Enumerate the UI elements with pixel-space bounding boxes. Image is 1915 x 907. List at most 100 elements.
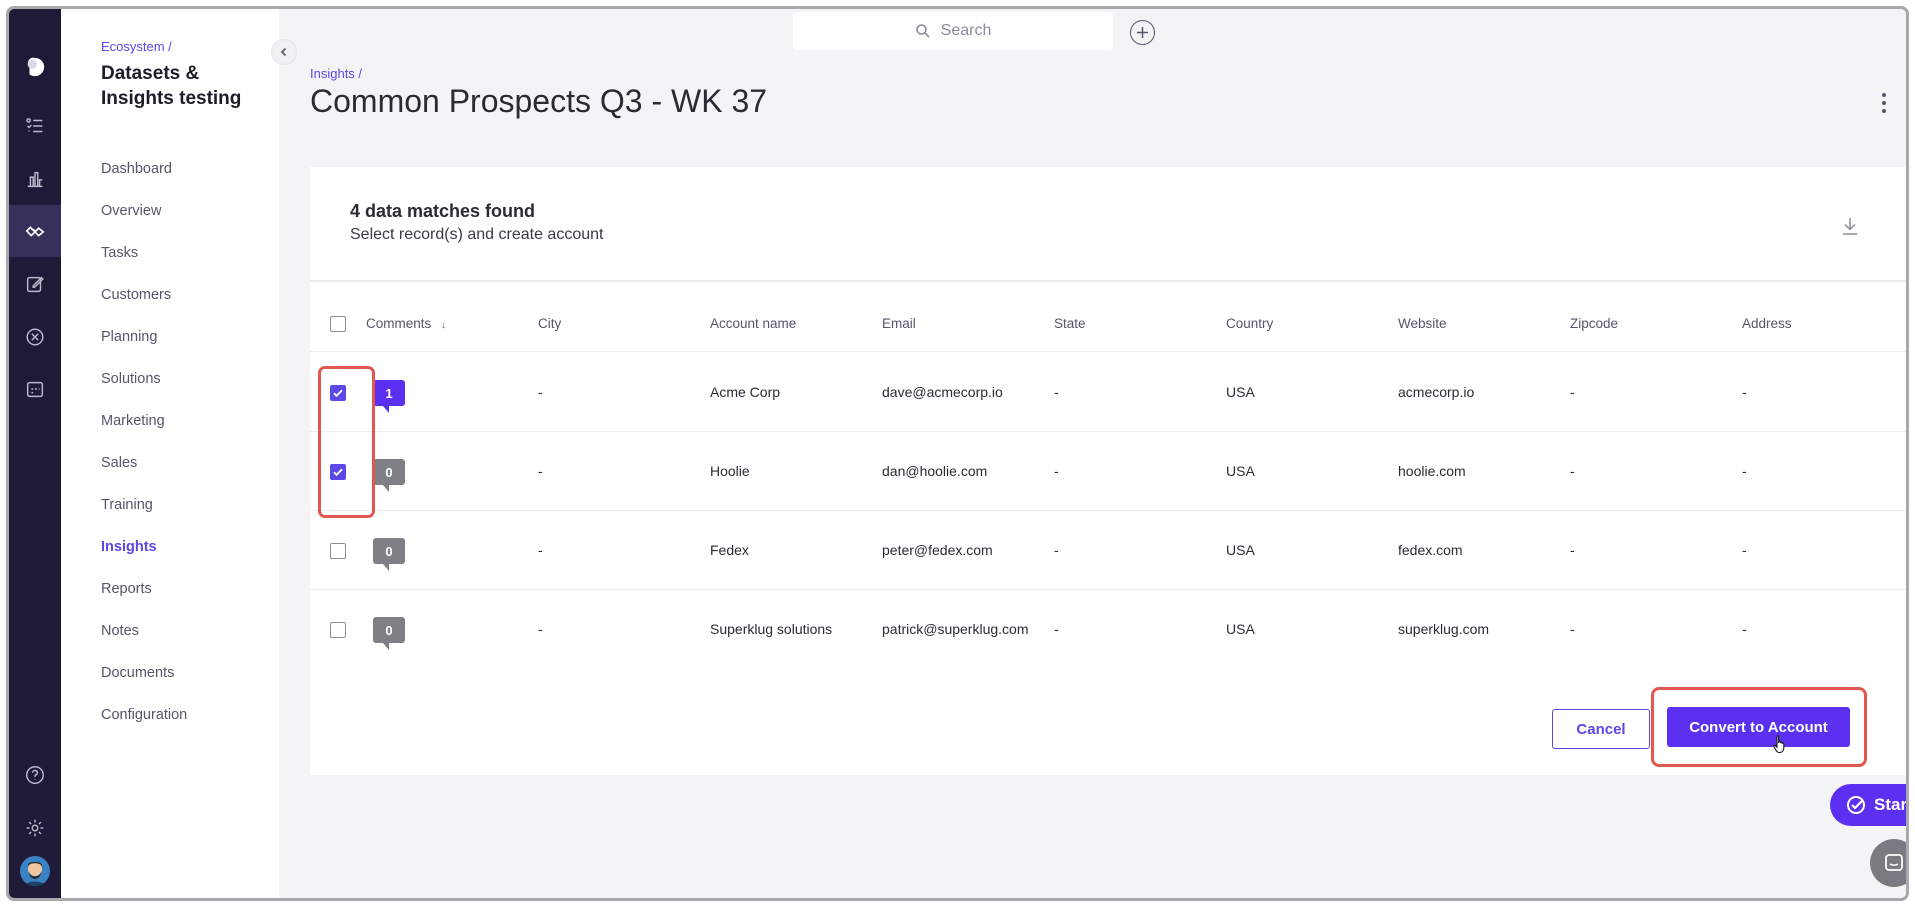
cell-website: fedex.com bbox=[1398, 542, 1463, 558]
icon-rail bbox=[9, 9, 61, 898]
page-breadcrumb[interactable]: Insights / bbox=[310, 66, 362, 81]
column-header-website[interactable]: Website bbox=[1398, 316, 1447, 331]
help-icon[interactable] bbox=[9, 749, 61, 801]
table-row[interactable]: 1 - Acme Corp dave@acmecorp.io - USA acm… bbox=[310, 353, 1906, 432]
logo-icon[interactable] bbox=[9, 41, 61, 93]
comment-count-badge[interactable]: 0 bbox=[373, 617, 405, 650]
table-row[interactable]: 0 - Hoolie dan@hoolie.com - USA hoolie.c… bbox=[310, 432, 1906, 511]
table-row[interactable]: 0 - Superklug solutions patrick@superklu… bbox=[310, 590, 1906, 669]
column-header-country[interactable]: Country bbox=[1226, 316, 1273, 331]
matches-card: 4 data matches found Select record(s) an… bbox=[310, 167, 1906, 775]
column-header-label: Comments bbox=[366, 316, 432, 331]
settings-gear-icon[interactable] bbox=[9, 802, 61, 854]
sort-arrow-icon[interactable]: ↓ bbox=[441, 320, 446, 331]
calendar-icon[interactable] bbox=[9, 363, 61, 415]
workspace-sidebar: Ecosystem / Datasets & Insights testing … bbox=[61, 9, 297, 898]
collapse-sidebar-button[interactable] bbox=[271, 39, 297, 65]
cell-email: dan@hoolie.com bbox=[882, 463, 988, 479]
row-checkbox[interactable] bbox=[330, 622, 346, 638]
column-header-zipcode[interactable]: Zipcode bbox=[1570, 316, 1618, 331]
more-options-icon[interactable] bbox=[1879, 93, 1889, 113]
download-icon[interactable] bbox=[1840, 215, 1860, 237]
hand-cursor-icon bbox=[1773, 735, 1785, 754]
add-button[interactable] bbox=[1130, 20, 1155, 45]
search-input[interactable]: Search bbox=[793, 12, 1113, 50]
column-header-comments[interactable]: Comments ↓ bbox=[366, 316, 446, 331]
matches-subtext: Select record(s) and create account bbox=[350, 226, 604, 243]
plus-icon bbox=[1137, 27, 1148, 38]
sidebar-item-documents[interactable]: Documents bbox=[101, 665, 261, 681]
sidebar-item-sales[interactable]: Sales bbox=[101, 455, 261, 471]
column-header-state[interactable]: State bbox=[1054, 316, 1086, 331]
cell-city: - bbox=[538, 542, 543, 558]
sidebar-item-configuration[interactable]: Configuration bbox=[101, 707, 261, 723]
cell-city: - bbox=[538, 621, 543, 637]
sidebar-item-tasks[interactable]: Tasks bbox=[101, 245, 261, 261]
search-icon bbox=[915, 24, 930, 38]
sidebar-item-solutions[interactable]: Solutions bbox=[101, 371, 261, 387]
cell-email: patrick@superklug.com bbox=[882, 621, 1029, 637]
cell-address: - bbox=[1742, 542, 1747, 558]
sidebar-item-reports[interactable]: Reports bbox=[101, 581, 261, 597]
cell-city: - bbox=[538, 384, 543, 400]
sidebar-item-customers[interactable]: Customers bbox=[101, 287, 261, 303]
cell-zipcode: - bbox=[1570, 542, 1575, 558]
cell-zipcode: - bbox=[1570, 621, 1575, 637]
row-checkbox[interactable] bbox=[330, 464, 346, 480]
cell-zipcode: - bbox=[1570, 463, 1575, 479]
sidebar-item-insights[interactable]: Insights bbox=[101, 539, 261, 555]
cell-email: peter@fedex.com bbox=[882, 542, 993, 558]
cell-country: USA bbox=[1226, 621, 1255, 637]
column-header-city[interactable]: City bbox=[538, 316, 561, 331]
divider bbox=[310, 280, 1906, 282]
compass-icon[interactable] bbox=[9, 311, 61, 363]
comment-count-badge[interactable]: 0 bbox=[373, 538, 405, 571]
app-window: Ecosystem / Datasets & Insights testing … bbox=[6, 6, 1909, 901]
check-circle-icon bbox=[1847, 796, 1865, 814]
table-row[interactable]: 0 - Fedex peter@fedex.com - USA fedex.co… bbox=[310, 511, 1906, 590]
column-header-address[interactable]: Address bbox=[1742, 316, 1792, 331]
select-all-checkbox[interactable] bbox=[330, 316, 346, 332]
convert-to-account-button[interactable]: Convert to Account bbox=[1667, 707, 1850, 747]
sidebar-item-planning[interactable]: Planning bbox=[101, 329, 261, 345]
cell-website: acmecorp.io bbox=[1398, 384, 1475, 400]
cell-address: - bbox=[1742, 463, 1747, 479]
sidebar-item-marketing[interactable]: Marketing bbox=[101, 413, 261, 429]
matches-heading: 4 data matches found bbox=[350, 201, 536, 221]
table-header: Comments ↓ City Account name Email State… bbox=[310, 297, 1906, 352]
cell-city: - bbox=[538, 463, 543, 479]
cell-country: USA bbox=[1226, 542, 1255, 558]
column-header-email[interactable]: Email bbox=[882, 316, 916, 331]
sidebar-item-training[interactable]: Training bbox=[101, 497, 261, 513]
edit-icon[interactable] bbox=[9, 258, 61, 310]
column-header-account[interactable]: Account name bbox=[710, 316, 796, 331]
start-button[interactable]: Start bbox=[1830, 784, 1906, 826]
row-checkbox[interactable] bbox=[330, 543, 346, 559]
page-title: Common Prospects Q3 - WK 37 bbox=[310, 83, 768, 119]
sidebar-item-dashboard[interactable]: Dashboard bbox=[101, 161, 261, 177]
user-avatar[interactable] bbox=[20, 856, 50, 886]
cell-account: Acme Corp bbox=[710, 384, 781, 400]
cell-country: USA bbox=[1226, 463, 1255, 479]
tasks-list-icon[interactable] bbox=[9, 100, 61, 152]
chat-button[interactable] bbox=[1870, 839, 1906, 887]
cell-account: Hoolie bbox=[710, 463, 750, 479]
cell-state: - bbox=[1054, 542, 1059, 558]
cell-account: Fedex bbox=[710, 542, 749, 558]
cell-state: - bbox=[1054, 384, 1059, 400]
sidebar-breadcrumb[interactable]: Ecosystem / bbox=[101, 39, 172, 54]
sidebar-item-overview[interactable]: Overview bbox=[101, 203, 261, 219]
comment-count-badge[interactable]: 1 bbox=[373, 380, 405, 413]
sidebar-item-notes[interactable]: Notes bbox=[101, 623, 261, 639]
ecosystem-icon[interactable] bbox=[9, 205, 61, 257]
cell-address: - bbox=[1742, 384, 1747, 400]
cancel-button[interactable]: Cancel bbox=[1552, 709, 1650, 749]
chevron-left-icon bbox=[280, 47, 287, 57]
row-checkbox[interactable] bbox=[330, 385, 346, 401]
cell-state: - bbox=[1054, 463, 1059, 479]
comment-count-badge[interactable]: 0 bbox=[373, 459, 405, 492]
cell-country: USA bbox=[1226, 384, 1255, 400]
chart-icon[interactable] bbox=[9, 153, 61, 205]
chat-icon bbox=[1885, 854, 1903, 871]
cell-website: superklug.com bbox=[1398, 621, 1490, 637]
